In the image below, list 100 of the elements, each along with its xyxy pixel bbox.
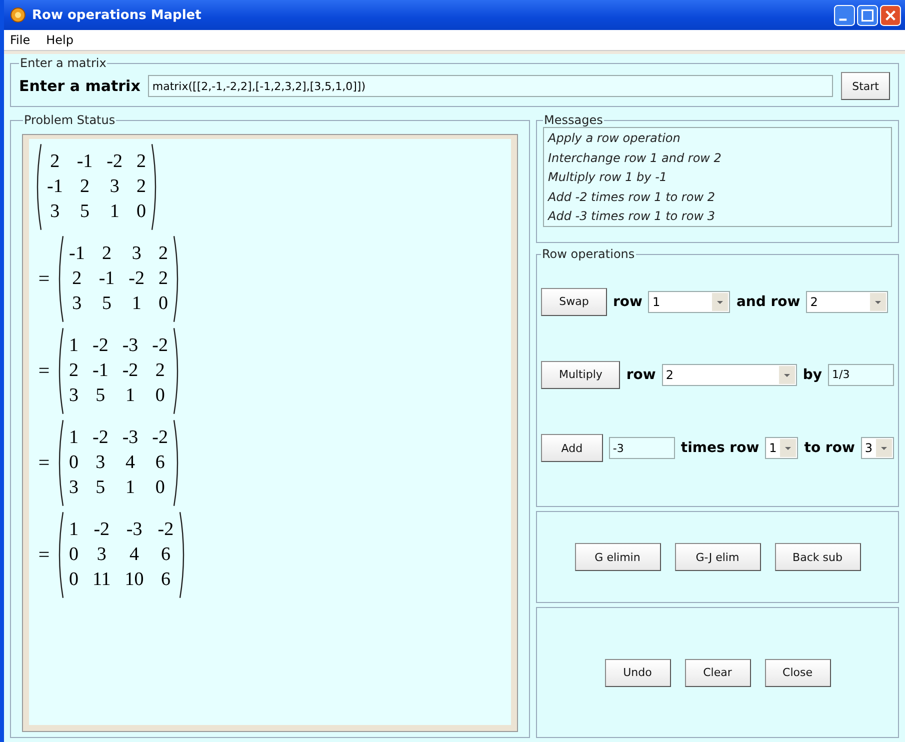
matrix-entry: 0 [158, 292, 168, 316]
field-label: by [802, 366, 822, 383]
row-dropdown[interactable]: 2 [662, 364, 797, 386]
matrix-entry: -2 [128, 267, 144, 291]
matrix-entry: -2 [152, 426, 168, 450]
matrix-entry: -3 [122, 334, 138, 358]
menu-item[interactable]: File [8, 33, 32, 47]
matrix-entry: 2 [136, 175, 146, 199]
matrix-entry: 3 [69, 476, 78, 500]
add-button[interactable]: Add [541, 434, 603, 462]
row-dropdown[interactable]: 2 [806, 290, 888, 313]
matrix-entry: 6 [155, 451, 165, 475]
field-label: to row [804, 440, 855, 456]
matrix-entry: -2 [158, 518, 174, 542]
factor-input-field[interactable]: -3 [608, 437, 675, 460]
matrix-entry: 3 [50, 200, 60, 224]
matrix-entry: -2 [94, 518, 110, 542]
swap-button[interactable]: Swap [541, 288, 607, 316]
matrix-entry: 11 [92, 568, 111, 592]
matrix-entry: 1 [69, 334, 78, 358]
group-title: Enter a matrix [19, 56, 108, 70]
matrix-entry: 3 [72, 292, 82, 316]
multiply-button[interactable]: Multiply [541, 360, 620, 389]
minimize-icon[interactable] [834, 4, 855, 26]
row-dropdown[interactable]: 3 [860, 437, 894, 460]
action-button[interactable]: Undo [604, 658, 670, 686]
matrix-entry: 1 [132, 292, 142, 316]
message-line: Add -3 times row 1 to row 3 [548, 208, 716, 225]
matrix-entry: 3 [69, 384, 78, 408]
matrix-entry: -2 [152, 334, 168, 358]
maximize-icon[interactable] [857, 4, 878, 26]
matrix-entry: 2 [72, 267, 82, 291]
equals-sign: = [37, 452, 51, 474]
matrix-entry: 6 [160, 568, 170, 592]
matrix-input-field[interactable]: matrix([[2,-1,-2,2],[-1,2,3,2],[3,5,1,0]]) [148, 75, 834, 97]
matrix-entry: 5 [102, 292, 112, 316]
field-label: times row [680, 440, 760, 456]
field-label: and row [736, 294, 800, 310]
matrix-entry: 0 [69, 568, 78, 592]
matrix-entry: -1 [69, 242, 85, 266]
start-button[interactable]: Start [841, 72, 890, 100]
matrix-entry: 1 [69, 518, 78, 542]
matrix-entry: -1 [98, 267, 115, 291]
matrix-entry: 2 [136, 150, 146, 174]
matrix-entry: 0 [69, 451, 78, 475]
matrix-entry: 2 [158, 267, 168, 291]
elimination-button[interactable]: Back sub [774, 543, 860, 571]
matrix-entry: 2 [50, 150, 60, 174]
matrix-entry: 1 [125, 384, 135, 408]
equals-sign: = [37, 544, 51, 566]
matrix-entry: -2 [106, 150, 122, 174]
matrix-entry: -2 [92, 426, 108, 450]
app-icon [10, 7, 26, 23]
matrix-entry: 2 [69, 359, 78, 383]
matrix-entry: 3 [96, 543, 106, 567]
matrix-entry: 5 [80, 200, 90, 224]
matrix-entry: 2 [155, 359, 165, 383]
matrix-entry: 5 [96, 476, 106, 500]
field-label: row [613, 294, 642, 310]
message-line: Interchange row 1 and row 2 [548, 150, 722, 166]
field-label: Enter a matrix [19, 77, 140, 95]
action-button[interactable]: Close [764, 658, 830, 686]
matrix-entry: 0 [155, 384, 165, 408]
equals-sign: = [37, 268, 51, 290]
close-icon[interactable] [880, 4, 901, 26]
matrix-entry: 1 [125, 476, 135, 500]
field-label: row [626, 366, 656, 383]
matrix-entry: -1 [92, 359, 108, 383]
matrix-entry: 1 [110, 200, 120, 224]
matrix-entry: 2 [102, 242, 112, 266]
matrix-entry: 4 [125, 451, 135, 475]
message-line: Multiply row 1 by -1 [548, 169, 668, 186]
matrix-entry: -2 [122, 359, 138, 383]
matrix-entry: 3 [96, 451, 106, 475]
elimination-button[interactable]: G elimin [574, 543, 660, 571]
matrix-entry: 3 [110, 175, 120, 199]
group-title: Messages [543, 113, 604, 127]
matrix-entry: 0 [69, 543, 78, 567]
elimination-button[interactable]: G-J elim [674, 543, 760, 571]
row-dropdown[interactable]: 1 [765, 437, 798, 460]
row-dropdown[interactable]: 1 [648, 290, 730, 313]
action-button[interactable]: Clear [684, 658, 750, 686]
factor-input-field[interactable]: 1/3 [828, 364, 894, 386]
matrix-entry: -3 [122, 426, 138, 450]
matrix-entry: 1 [69, 426, 78, 450]
message-line: Apply a row operation [548, 130, 682, 147]
matrix-entry: 6 [160, 543, 170, 567]
matrix-entry: -2 [92, 334, 108, 358]
matrix-entry: -3 [126, 518, 142, 542]
matrix-entry: 2 [80, 175, 90, 199]
matrix-entry: 4 [130, 543, 140, 567]
message-line: Add -2 times row 1 to row 2 [548, 188, 716, 206]
menu-item[interactable]: Help [44, 33, 76, 47]
matrix-entry: -1 [47, 175, 63, 199]
window-title: Row operations Maplet [32, 8, 202, 22]
matrix-entry: 5 [96, 384, 106, 408]
matrix-entry: 3 [132, 242, 142, 266]
equals-sign: = [37, 360, 51, 382]
group-title: Row operations [541, 247, 636, 261]
matrix-entry: -1 [76, 150, 93, 174]
